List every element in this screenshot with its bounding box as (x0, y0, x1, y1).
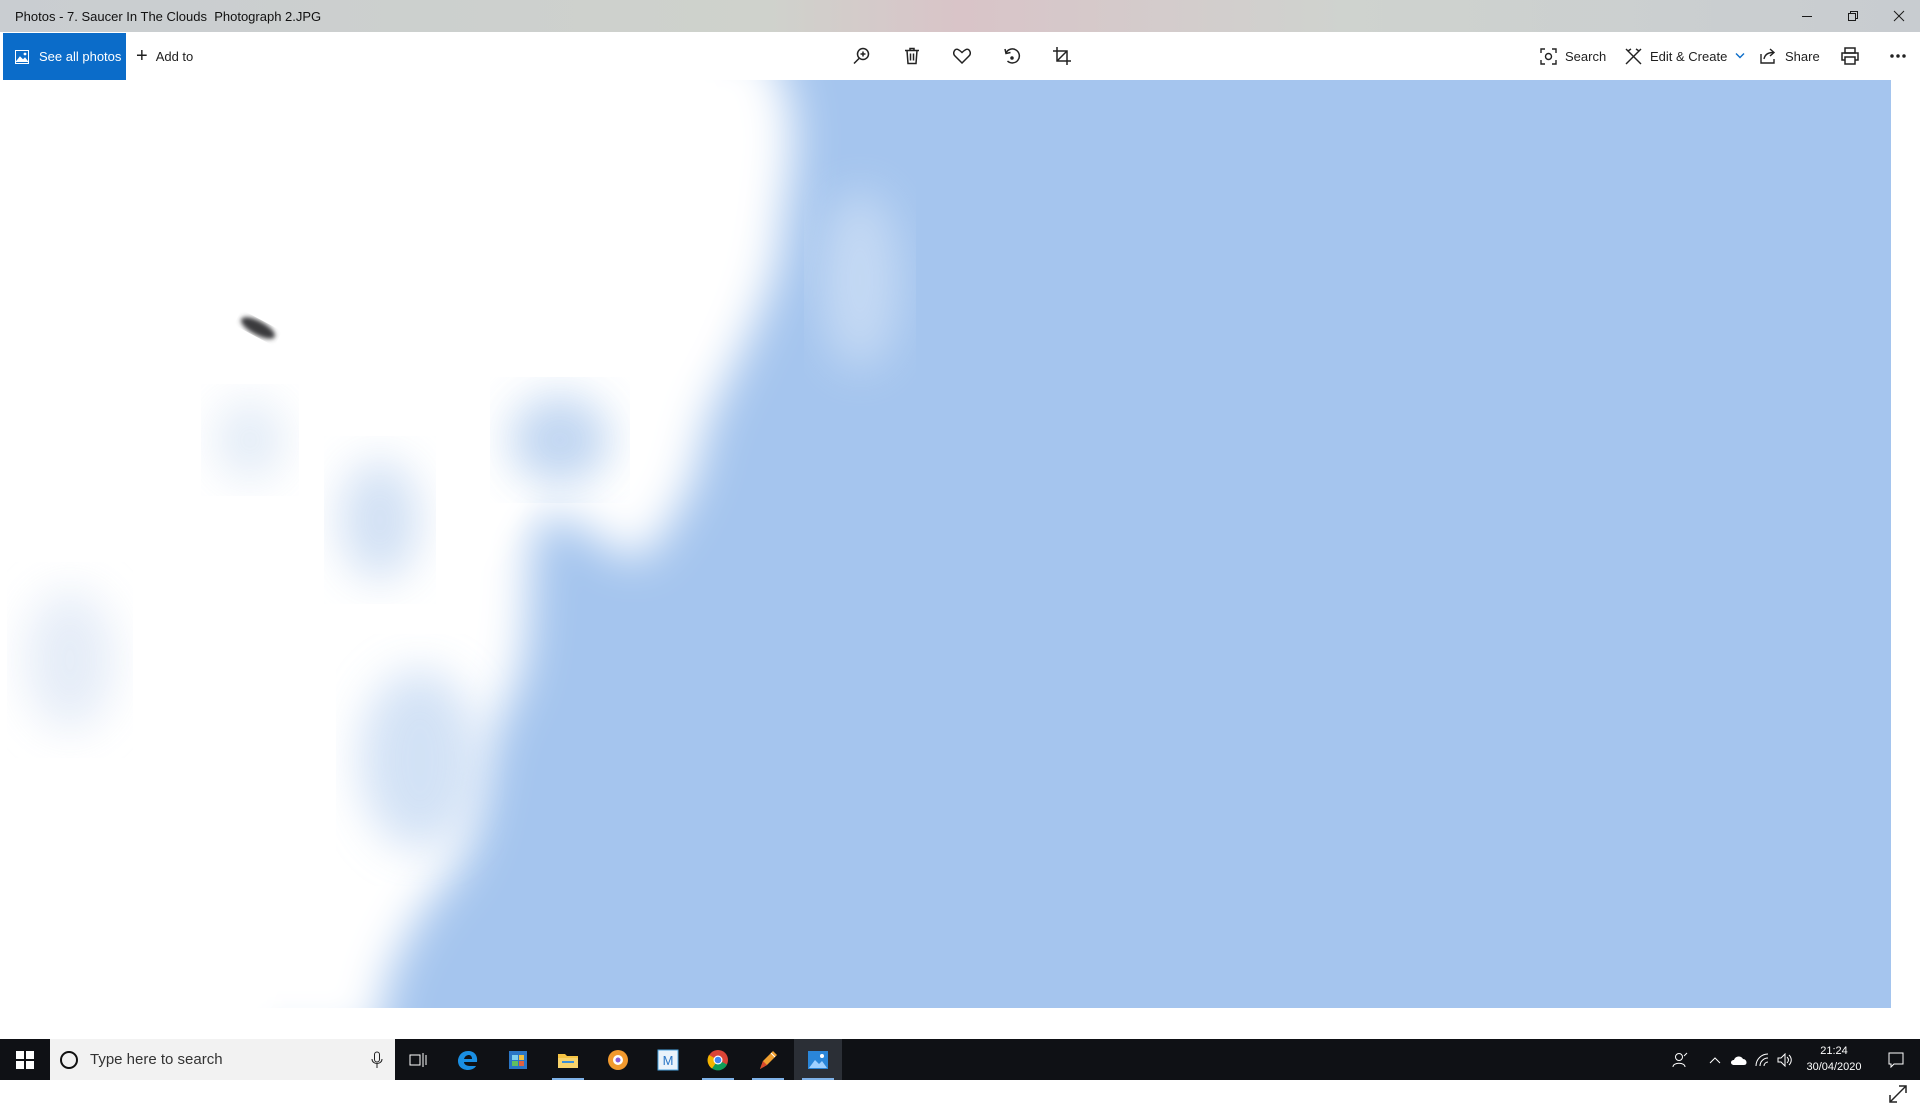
file-explorer-icon (558, 1053, 578, 1068)
clock-date: 30/04/2020 (1806, 1061, 1862, 1073)
taskbar-search-placeholder: Type here to search (90, 1051, 223, 1068)
clock-time: 21:24 (1820, 1045, 1848, 1057)
share-icon (1760, 48, 1776, 64)
start-button[interactable] (0, 1039, 50, 1080)
show-hidden-icons-button[interactable] (1704, 1039, 1726, 1080)
zoom-icon (853, 47, 870, 65)
share-button[interactable]: Share (1760, 32, 1820, 80)
photos-taskbar-button[interactable] (794, 1039, 842, 1080)
restore-icon (1848, 11, 1858, 21)
close-button[interactable] (1876, 0, 1920, 32)
app-m-icon: M (657, 1049, 679, 1070)
store-icon (509, 1050, 527, 1069)
print-button[interactable] (1834, 40, 1866, 72)
title-bar: Photos - 7. Saucer In The Clouds Photogr… (0, 0, 1920, 32)
chevron-down-icon (1735, 53, 1745, 59)
add-to-button[interactable]: + Add to (136, 32, 193, 80)
svg-text:M: M (663, 1053, 674, 1068)
print-icon (1841, 47, 1859, 65)
more-options-button[interactable] (1882, 40, 1914, 72)
fullscreen-button[interactable] (1884, 1080, 1912, 1108)
orange-app-taskbar-button[interactable] (594, 1039, 642, 1080)
rotate-icon (1004, 48, 1021, 64)
network-button[interactable] (1752, 1039, 1774, 1080)
edit-create-icon (1625, 47, 1642, 64)
crop-icon (1053, 47, 1071, 65)
task-view-icon (409, 1052, 427, 1067)
close-icon (1893, 10, 1905, 22)
people-icon (1672, 1052, 1688, 1067)
more-icon (1890, 54, 1906, 58)
wifi-icon (1755, 1053, 1769, 1066)
delete-button[interactable] (896, 40, 928, 72)
delete-icon (905, 47, 919, 65)
taskbar: Type here to search M 21:24 30/04/2020 (0, 1039, 1920, 1080)
onedrive-icon (1731, 1055, 1747, 1065)
add-to-label: Add to (155, 48, 194, 64)
window-title: Photos - 7. Saucer In The Clouds Photogr… (15, 9, 322, 24)
sky-cloud-photo (0, 80, 1891, 1008)
zoom-button[interactable] (846, 40, 878, 72)
photo-image[interactable] (0, 80, 1891, 1008)
share-label: Share (1785, 48, 1820, 64)
photos-app-icon (808, 1050, 828, 1069)
cortana-icon (60, 1050, 78, 1069)
file-explorer-taskbar-button[interactable] (544, 1039, 592, 1080)
crop-button[interactable] (1046, 40, 1078, 72)
onedrive-button[interactable] (1728, 1039, 1750, 1080)
chrome-taskbar-button[interactable] (694, 1039, 742, 1080)
edge-icon (458, 1050, 478, 1070)
minimize-button[interactable] (1784, 0, 1830, 32)
volume-button[interactable] (1774, 1039, 1796, 1080)
taskbar-clock[interactable]: 21:24 30/04/2020 (1794, 1043, 1874, 1075)
edge-taskbar-button[interactable] (444, 1039, 492, 1080)
store-taskbar-button[interactable] (494, 1039, 542, 1080)
speaker-icon (1777, 1052, 1792, 1067)
expand-icon (1889, 1085, 1907, 1103)
search-label: Search (1565, 48, 1607, 64)
plus-icon: + (136, 45, 148, 67)
windows-logo-icon (16, 1050, 34, 1069)
chevron-up-icon (1709, 1056, 1721, 1063)
microphone-icon[interactable] (371, 1051, 383, 1069)
taskbar-search-box[interactable]: Type here to search (50, 1039, 395, 1080)
photos-icon (15, 49, 29, 64)
app-orange-icon (608, 1049, 628, 1070)
rotate-button[interactable] (996, 40, 1028, 72)
people-button[interactable] (1668, 1039, 1692, 1080)
pen-app-taskbar-button[interactable] (744, 1039, 792, 1080)
notification-icon (1888, 1052, 1904, 1068)
favorite-button[interactable] (946, 40, 978, 72)
see-all-photos-button[interactable]: See all photos (3, 33, 126, 80)
m-app-taskbar-button[interactable]: M (644, 1039, 692, 1080)
chrome-icon (707, 1049, 728, 1070)
action-center-button[interactable] (1878, 1039, 1914, 1080)
photo-viewer (0, 80, 1920, 1103)
app-pen-icon (760, 1050, 777, 1069)
search-button[interactable]: Search (1540, 32, 1606, 80)
edit-create-button[interactable]: Edit & Create (1625, 32, 1745, 80)
task-view-button[interactable] (394, 1039, 442, 1080)
restore-button[interactable] (1830, 0, 1876, 32)
photos-toolbar: See all photos + Add to Search Edit & Cr… (0, 32, 1920, 80)
search-icon (1540, 47, 1557, 65)
minimize-icon (1802, 16, 1812, 17)
heart-icon (953, 48, 971, 64)
edit-create-label: Edit & Create (1650, 48, 1728, 64)
see-all-photos-label: See all photos (39, 49, 122, 64)
